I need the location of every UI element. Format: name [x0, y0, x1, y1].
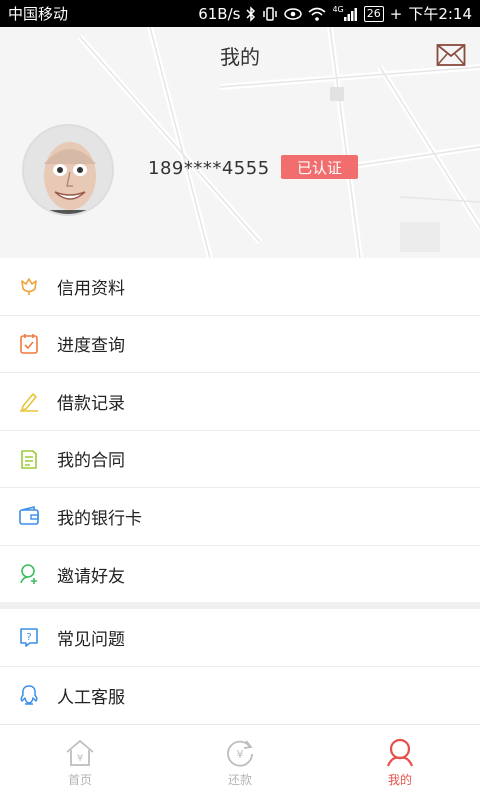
menu-item-contract[interactable]: 我的合同 [0, 431, 480, 488]
phone-number: 189****4555 [148, 158, 270, 179]
tab-label: 首页 [67, 773, 92, 787]
vibrate-icon [262, 6, 278, 22]
menu-group-support: ? 常见问题 人工客服 [0, 609, 480, 724]
svg-text:¥: ¥ [77, 753, 83, 764]
wallet-icon [19, 506, 39, 526]
menu-item-credit-info[interactable]: 信用资料 [0, 258, 480, 316]
menu-label: 我的银行卡 [57, 508, 142, 529]
screen: 中国移动 61B/s 4G 26 + 下午2:14 我的 189****4555… [0, 0, 480, 800]
network-speed: 61B/s [198, 4, 241, 23]
tab-label: 还款 [227, 773, 252, 787]
menu-label: 人工客服 [57, 687, 125, 708]
menu-item-customer-service[interactable]: 人工客服 [0, 667, 480, 725]
page-title: 我的 [220, 45, 260, 69]
charging-icon: + [389, 4, 403, 23]
clock: 下午2:14 [408, 5, 472, 23]
question-icon: ? [20, 628, 38, 648]
qq-icon [20, 685, 38, 705]
tab-home[interactable]: ¥ 首页 [0, 725, 160, 800]
signal-icon: 4G [332, 4, 357, 22]
menu-item-invite[interactable]: 邀请好友 [0, 546, 480, 604]
svg-text:¥: ¥ [237, 748, 244, 761]
menu-item-loan-records[interactable]: 借款记录 [0, 373, 480, 431]
home-icon: ¥ [66, 739, 94, 766]
avatar[interactable] [22, 124, 114, 216]
menu-item-progress[interactable]: 进度查询 [0, 316, 480, 373]
bluetooth-icon [246, 5, 256, 22]
menu-label: 信用资料 [57, 278, 125, 299]
svg-text:?: ? [26, 632, 31, 643]
status-right: 61B/s 4G 26 + 下午2:14 [198, 3, 472, 24]
bottom-tab-bar: ¥ 首页 ¥ 还款 我的 [0, 724, 480, 800]
avatar-face-icon [24, 126, 112, 214]
tab-label: 我的 [387, 773, 412, 787]
menu-item-faq[interactable]: ? 常见问题 [0, 609, 480, 667]
mail-icon[interactable] [436, 43, 466, 67]
section-divider [0, 602, 480, 609]
pencil-icon [20, 393, 38, 413]
invite-user-icon [20, 564, 37, 585]
menu-item-bank-card[interactable]: 我的银行卡 [0, 488, 480, 546]
progress-doc-icon [20, 333, 38, 354]
tulip-icon [21, 278, 37, 296]
network-type: 4G [332, 4, 344, 14]
tab-repay[interactable]: ¥ 还款 [160, 725, 320, 800]
menu-label: 借款记录 [57, 393, 125, 414]
contract-icon [21, 449, 37, 469]
status-bar: 中国移动 61B/s 4G 26 + 下午2:14 [0, 0, 480, 27]
verified-badge: 已认证 [281, 155, 358, 179]
battery-level: 26 [363, 5, 384, 22]
menu-group-main: 信用资料 进度查询 借款记录 我的合同 我的银行卡 邀请好友 [0, 258, 480, 603]
wifi-icon [308, 6, 326, 22]
profile-header: 我的 189****4555 已认证 [0, 27, 480, 258]
menu-label: 我的合同 [57, 451, 125, 472]
repay-icon: ¥ [227, 740, 253, 767]
menu-label: 邀请好友 [57, 566, 125, 587]
menu-label: 常见问题 [57, 629, 125, 650]
eye-icon [284, 6, 303, 22]
user-icon [386, 738, 414, 767]
carrier-label: 中国移动 [8, 5, 69, 23]
menu-label: 进度查询 [57, 336, 125, 357]
tab-mine[interactable]: 我的 [320, 725, 480, 800]
